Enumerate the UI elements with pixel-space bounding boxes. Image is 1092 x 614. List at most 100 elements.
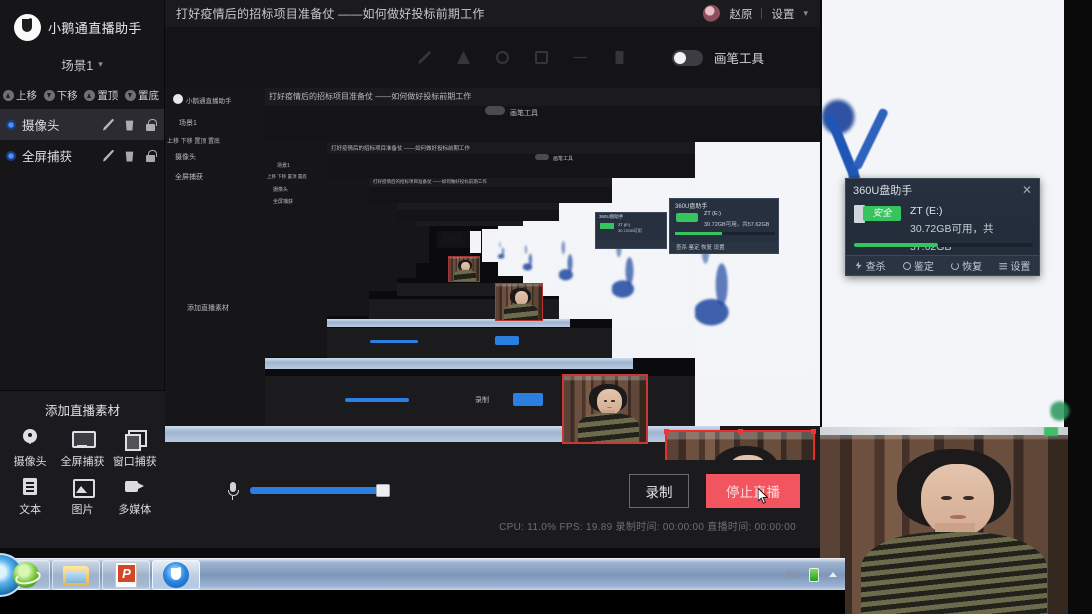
add-source-image[interactable]: 图片 (56, 477, 108, 517)
media-icon (124, 477, 146, 497)
resize-handle-top-right[interactable] (811, 429, 816, 434)
live-preview-canvas[interactable]: 打好疫情后的招标项目准备仗 ——如何做好投标前期工作 场景1 上移 下移 置顶 … (165, 88, 820, 460)
safe-badge: 安全 (863, 206, 901, 221)
webcam-top-strip (820, 427, 1068, 435)
add-source-window-capture[interactable]: 窗口捕获 (109, 429, 161, 469)
app-brand: 小鹅通直播助手 (0, 0, 164, 44)
webcam-image-nested (564, 376, 646, 442)
taskbar-item-powerpoint[interactable] (102, 559, 150, 590)
eye-icon[interactable] (6, 119, 16, 130)
add-source-label: 窗口捕获 (112, 456, 157, 468)
settings-menu[interactable]: 设置 (771, 6, 794, 22)
brush-toggle-label: 画笔工具 (714, 52, 765, 66)
move-up-label: 上移 (16, 89, 37, 102)
webcam-person (861, 449, 1047, 614)
taskbar-item-explorer[interactable] (52, 559, 100, 590)
move-up-button[interactable]: 上移 (3, 88, 37, 103)
taskbar-item-live-assistant[interactable] (152, 559, 200, 590)
scan-button[interactable]: 查杀 (855, 258, 886, 273)
webcam-source-selected[interactable] (664, 429, 816, 460)
microphone-icon[interactable] (227, 482, 239, 500)
add-source-display-capture[interactable]: 全屏捕获 (56, 429, 108, 469)
pencil-icon[interactable] (103, 149, 114, 162)
move-top-label: 置顶 (97, 89, 119, 102)
image-icon (71, 477, 96, 498)
move-down-button[interactable]: 下移 (43, 88, 78, 103)
unlock-icon[interactable] (145, 118, 157, 131)
resize-handle-top-center[interactable] (737, 429, 743, 434)
stop-live-button[interactable]: 停止直播 (706, 474, 800, 508)
square-icon[interactable] (535, 51, 548, 64)
add-source-text[interactable]: 文本 (4, 477, 56, 517)
identify-button[interactable]: 鉴定 (902, 258, 934, 273)
person-mouth (950, 514, 967, 519)
desktop-right-column (820, 0, 1092, 614)
layer-item-fullscreen-capture[interactable]: 全屏捕获 (0, 140, 164, 171)
unlock-icon[interactable] (145, 149, 157, 162)
resize-handle-top-left[interactable] (664, 429, 669, 434)
trash-icon[interactable] (125, 151, 134, 162)
add-source-camera[interactable]: 摄像头 (4, 429, 56, 469)
live-assistant-icon (163, 561, 189, 588)
usb-helper-popup[interactable]: 360U盘助手 ✕ 安全 ZT (E:) 30.72GB可用，共57.62GB … (845, 178, 1040, 276)
title-bar-right: 赵原 设置 ▾ (703, 5, 808, 22)
record-button[interactable]: 录制 (629, 474, 689, 508)
close-icon[interactable]: ✕ (1022, 184, 1032, 196)
pen-icon[interactable] (418, 51, 431, 64)
webcam-overlay-nested[interactable] (562, 374, 648, 444)
pencil-icon[interactable] (103, 118, 114, 131)
webcam-image-large (820, 427, 1068, 614)
person-eye-left (941, 496, 952, 501)
battery-icon[interactable] (809, 567, 819, 582)
circle-icon[interactable] (496, 51, 509, 64)
stop-live-label: 停止直播 (726, 485, 780, 500)
chevron-down-icon: ▾ (98, 58, 103, 69)
live-assistant-window: 小鹅通直播助手 场景1 ▾ 上移 下移 置顶 置底 摄像头 全屏捕获 添加直播素… (0, 0, 820, 548)
move-bottom-button[interactable]: 置底 (124, 88, 159, 103)
triangle-icon[interactable] (457, 51, 470, 64)
layer-item-camera[interactable]: 摄像头 (0, 109, 164, 140)
pen-tool-group (418, 51, 626, 64)
trash-icon[interactable] (125, 120, 134, 131)
desktop-bottom-strip (0, 590, 845, 614)
add-source-media[interactable]: 多媒体 (109, 477, 161, 517)
drive-capacity: 30.72GB可用，共57.62GB (910, 223, 994, 253)
show-hidden-icons-arrow[interactable] (829, 572, 837, 577)
webcam-feed (667, 432, 813, 460)
scene-selector[interactable]: 场景1 ▾ (0, 48, 164, 80)
gear-icon (999, 263, 1008, 270)
powerpoint-icon (115, 561, 137, 588)
mic-volume-slider[interactable] (250, 484, 390, 497)
chevron-down-icon[interactable]: ▾ (803, 8, 808, 19)
stream-buttons: 录制 停止直播 (629, 474, 800, 508)
usb-drive-icon: 安全 (854, 201, 901, 227)
screen-root: 小鹅通直播助手 场景1 ▾ 上移 下移 置顶 置底 摄像头 全屏捕获 添加直播素… (0, 0, 1092, 614)
restore-button[interactable]: 恢复 (951, 258, 982, 273)
camera-icon (19, 429, 41, 449)
display-capture-icon (71, 429, 97, 449)
brush-toolbar: 画笔工具 (165, 27, 820, 88)
title-bar: 打好疫情后的招标项目准备仗 ——如何做好投标前期工作 赵原 设置 ▾ (165, 0, 820, 27)
popup-title: 360U盘助手 (853, 184, 913, 197)
settings-label: 设置 (1010, 262, 1031, 273)
eraser-icon[interactable] (615, 51, 624, 64)
app-brand-label: 小鹅通直播助手 (48, 20, 142, 36)
user-avatar[interactable] (703, 5, 721, 22)
layer-label: 摄像头 (22, 119, 60, 133)
popup-header: 360U盘助手 ✕ (846, 179, 1039, 200)
identify-label: 鉴定 (913, 262, 934, 273)
move-top-button[interactable]: 置顶 (84, 88, 118, 103)
popup-actions: 查杀 鉴定 恢复 设置 (846, 255, 1039, 275)
line-icon[interactable] (574, 56, 587, 59)
recursive-capture-level-1: 打好疫情后的招标项目准备仗 ——如何做好投标前期工作 场景1 上移 下移 置顶 … (165, 88, 820, 460)
status-bar: CPU: 11.0% FPS: 19.89 录制时间: 00:00:00 直播时… (499, 522, 796, 533)
brush-toggle[interactable] (672, 49, 703, 66)
person-eye-right (963, 496, 974, 501)
eye-icon[interactable] (6, 150, 16, 161)
settings-button[interactable]: 设置 (999, 258, 1030, 273)
keyboard-icon[interactable] (786, 571, 799, 579)
window-capture-icon (124, 429, 147, 451)
microphone-control (227, 482, 390, 500)
add-source-label: 多媒体 (118, 504, 152, 516)
folder-explorer-icon (63, 564, 89, 585)
